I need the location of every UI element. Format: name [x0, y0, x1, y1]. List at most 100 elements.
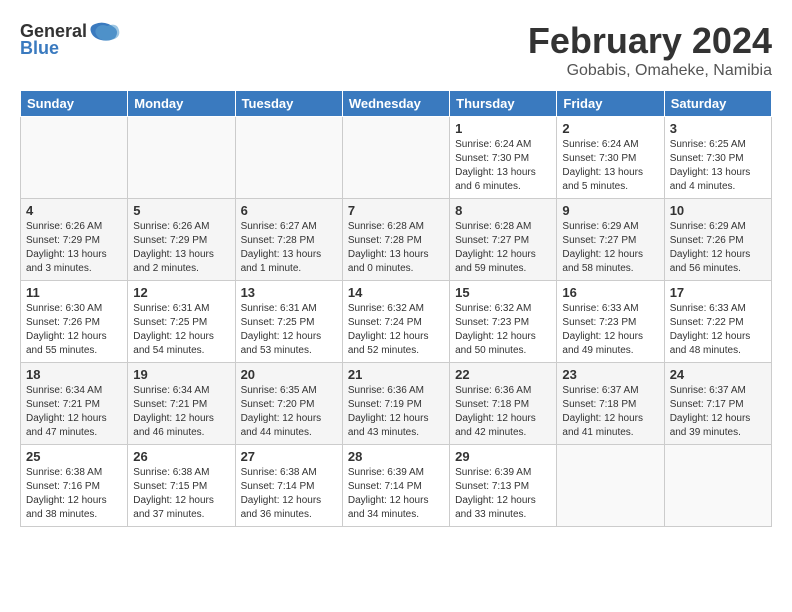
day-info: Sunrise: 6:27 AM Sunset: 7:28 PM Dayligh… [241, 220, 337, 276]
calendar-cell: 3 Sunrise: 6:25 AM Sunset: 7:30 PM Daylig… [664, 117, 771, 199]
day-info: Sunrise: 6:38 AM Sunset: 7:15 PM Dayligh… [133, 466, 229, 522]
day-number: 7 [348, 203, 444, 218]
day-number: 11 [26, 285, 122, 300]
calendar-cell: 20 Sunrise: 6:35 AM Sunset: 7:20 PM Dayli… [235, 363, 342, 445]
day-info: Sunrise: 6:36 AM Sunset: 7:19 PM Dayligh… [348, 384, 444, 440]
day-info: Sunrise: 6:37 AM Sunset: 7:17 PM Dayligh… [670, 384, 766, 440]
dow-header-sunday: Sunday [21, 91, 128, 117]
day-info: Sunrise: 6:38 AM Sunset: 7:16 PM Dayligh… [26, 466, 122, 522]
month-title: February 2024 [528, 20, 772, 62]
calendar-cell: 9 Sunrise: 6:29 AM Sunset: 7:27 PM Daylig… [557, 199, 664, 281]
dow-header-monday: Monday [128, 91, 235, 117]
day-info: Sunrise: 6:37 AM Sunset: 7:18 PM Dayligh… [562, 384, 658, 440]
calendar-cell: 7 Sunrise: 6:28 AM Sunset: 7:28 PM Daylig… [342, 199, 449, 281]
day-number: 4 [26, 203, 122, 218]
calendar-cell: 16 Sunrise: 6:33 AM Sunset: 7:23 PM Dayli… [557, 281, 664, 363]
day-info: Sunrise: 6:24 AM Sunset: 7:30 PM Dayligh… [455, 138, 551, 194]
dow-header-wednesday: Wednesday [342, 91, 449, 117]
day-info: Sunrise: 6:33 AM Sunset: 7:23 PM Dayligh… [562, 302, 658, 358]
day-info: Sunrise: 6:34 AM Sunset: 7:21 PM Dayligh… [133, 384, 229, 440]
day-number: 9 [562, 203, 658, 218]
day-number: 13 [241, 285, 337, 300]
day-info: Sunrise: 6:31 AM Sunset: 7:25 PM Dayligh… [133, 302, 229, 358]
day-info: Sunrise: 6:33 AM Sunset: 7:22 PM Dayligh… [670, 302, 766, 358]
day-number: 14 [348, 285, 444, 300]
dow-header-saturday: Saturday [664, 91, 771, 117]
calendar-cell: 19Sunrise: 6:34 AM Sunset: 7:21 PM Dayli… [128, 363, 235, 445]
calendar-cell [557, 445, 664, 527]
day-info: Sunrise: 6:29 AM Sunset: 7:26 PM Dayligh… [670, 220, 766, 276]
day-info: Sunrise: 6:34 AM Sunset: 7:21 PM Dayligh… [26, 384, 122, 440]
logo: General Blue [20, 20, 121, 59]
day-info: Sunrise: 6:39 AM Sunset: 7:13 PM Dayligh… [455, 466, 551, 522]
day-info: Sunrise: 6:28 AM Sunset: 7:27 PM Dayligh… [455, 220, 551, 276]
calendar-table: SundayMondayTuesdayWednesdayThursdayFrid… [20, 90, 772, 527]
dow-header-tuesday: Tuesday [235, 91, 342, 117]
day-info: Sunrise: 6:32 AM Sunset: 7:23 PM Dayligh… [455, 302, 551, 358]
dow-header-friday: Friday [557, 91, 664, 117]
day-info: Sunrise: 6:30 AM Sunset: 7:26 PM Dayligh… [26, 302, 122, 358]
day-info: Sunrise: 6:35 AM Sunset: 7:20 PM Dayligh… [241, 384, 337, 440]
calendar-cell: 13 Sunrise: 6:31 AM Sunset: 7:25 PM Dayli… [235, 281, 342, 363]
day-number: 22 [455, 367, 551, 382]
calendar-cell: 17 Sunrise: 6:33 AM Sunset: 7:22 PM Dayli… [664, 281, 771, 363]
calendar-cell: 26Sunrise: 6:38 AM Sunset: 7:15 PM Dayli… [128, 445, 235, 527]
day-number: 8 [455, 203, 551, 218]
header: General Blue February 2024 Gobabis, Omah… [20, 20, 772, 80]
calendar-cell: 6 Sunrise: 6:27 AM Sunset: 7:28 PM Daylig… [235, 199, 342, 281]
day-number: 24 [670, 367, 766, 382]
calendar-cell: 5 Sunrise: 6:26 AM Sunset: 7:29 PM Daylig… [128, 199, 235, 281]
calendar-cell: 4 Sunrise: 6:26 AM Sunset: 7:29 PM Daylig… [21, 199, 128, 281]
calendar-cell: 8 Sunrise: 6:28 AM Sunset: 7:27 PM Daylig… [450, 199, 557, 281]
day-info: Sunrise: 6:26 AM Sunset: 7:29 PM Dayligh… [133, 220, 229, 276]
day-number: 12 [133, 285, 229, 300]
logo-icon [89, 20, 121, 42]
day-number: 1 [455, 121, 551, 136]
day-number: 29 [455, 449, 551, 464]
calendar-cell: 1 Sunrise: 6:24 AM Sunset: 7:30 PM Daylig… [450, 117, 557, 199]
day-number: 2 [562, 121, 658, 136]
calendar-cell [342, 117, 449, 199]
day-number: 6 [241, 203, 337, 218]
title-block: February 2024 Gobabis, Omaheke, Namibia [528, 20, 772, 80]
day-number: 18 [26, 367, 122, 382]
calendar-cell: 24 Sunrise: 6:37 AM Sunset: 7:17 PM Dayli… [664, 363, 771, 445]
location: Gobabis, Omaheke, Namibia [528, 62, 772, 80]
dow-header-thursday: Thursday [450, 91, 557, 117]
day-number: 15 [455, 285, 551, 300]
day-info: Sunrise: 6:38 AM Sunset: 7:14 PM Dayligh… [241, 466, 337, 522]
calendar-cell: 11 Sunrise: 6:30 AM Sunset: 7:26 PM Dayli… [21, 281, 128, 363]
calendar-cell: 10 Sunrise: 6:29 AM Sunset: 7:26 PM Dayli… [664, 199, 771, 281]
day-number: 5 [133, 203, 229, 218]
calendar-cell: 29 Sunrise: 6:39 AM Sunset: 7:13 PM Dayli… [450, 445, 557, 527]
day-info: Sunrise: 6:32 AM Sunset: 7:24 PM Dayligh… [348, 302, 444, 358]
day-number: 17 [670, 285, 766, 300]
calendar-cell: 28 Sunrise: 6:39 AM Sunset: 7:14 PM Dayli… [342, 445, 449, 527]
calendar-cell: 18 Sunrise: 6:34 AM Sunset: 7:21 PM Dayli… [21, 363, 128, 445]
day-number: 21 [348, 367, 444, 382]
calendar-cell: 21 Sunrise: 6:36 AM Sunset: 7:19 PM Dayli… [342, 363, 449, 445]
day-number: 20 [241, 367, 337, 382]
day-number: 27 [241, 449, 337, 464]
calendar-cell: 27 Sunrise: 6:38 AM Sunset: 7:14 PM Dayli… [235, 445, 342, 527]
day-info: Sunrise: 6:28 AM Sunset: 7:28 PM Dayligh… [348, 220, 444, 276]
day-number: 3 [670, 121, 766, 136]
calendar-cell [235, 117, 342, 199]
calendar-cell: 25Sunrise: 6:38 AM Sunset: 7:16 PM Dayli… [21, 445, 128, 527]
day-info: Sunrise: 6:31 AM Sunset: 7:25 PM Dayligh… [241, 302, 337, 358]
day-number: 10 [670, 203, 766, 218]
calendar-cell [128, 117, 235, 199]
day-info: Sunrise: 6:26 AM Sunset: 7:29 PM Dayligh… [26, 220, 122, 276]
day-number: 16 [562, 285, 658, 300]
calendar-cell: 14 Sunrise: 6:32 AM Sunset: 7:24 PM Dayli… [342, 281, 449, 363]
calendar-cell [664, 445, 771, 527]
calendar-cell: 22Sunrise: 6:36 AM Sunset: 7:18 PM Dayli… [450, 363, 557, 445]
day-number: 28 [348, 449, 444, 464]
day-number: 23 [562, 367, 658, 382]
calendar-cell [21, 117, 128, 199]
day-info: Sunrise: 6:24 AM Sunset: 7:30 PM Dayligh… [562, 138, 658, 194]
day-info: Sunrise: 6:25 AM Sunset: 7:30 PM Dayligh… [670, 138, 766, 194]
calendar-cell: 15 Sunrise: 6:32 AM Sunset: 7:23 PM Dayli… [450, 281, 557, 363]
day-info: Sunrise: 6:29 AM Sunset: 7:27 PM Dayligh… [562, 220, 658, 276]
day-info: Sunrise: 6:39 AM Sunset: 7:14 PM Dayligh… [348, 466, 444, 522]
